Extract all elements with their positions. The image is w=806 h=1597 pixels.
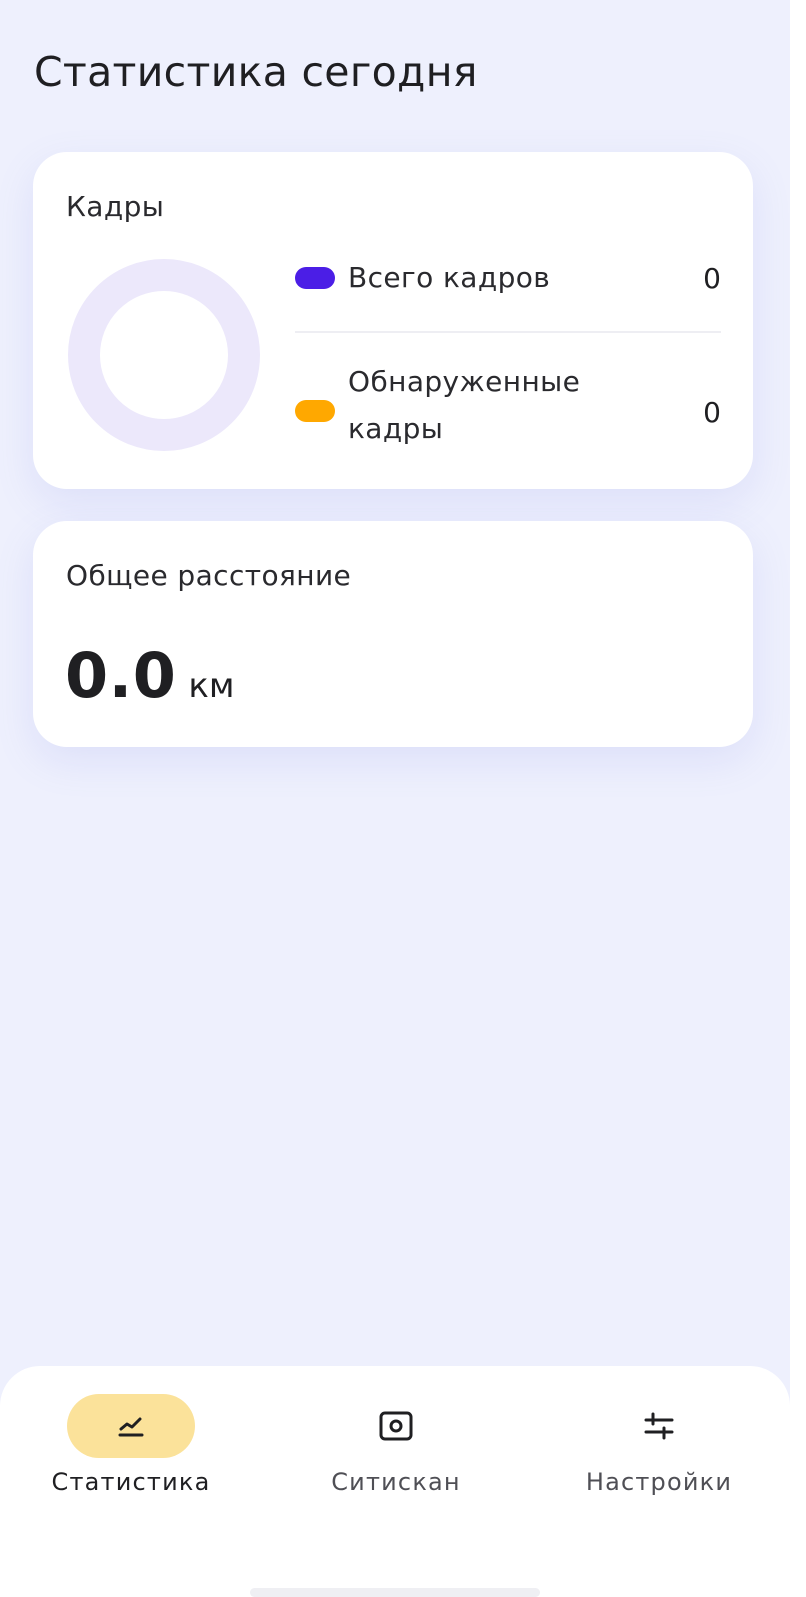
frames-card: Кадры Всего кадров 0 Обнаруженные кадры …	[33, 152, 753, 489]
legend-divider	[295, 331, 721, 333]
chart-line-icon	[118, 1417, 144, 1437]
distance-value: 0.0 км	[65, 639, 235, 712]
distance-unit: км	[188, 666, 235, 706]
distance-card: Общее расстояние 0.0 км	[33, 521, 753, 747]
legend-item-total-frames: Всего кадров 0	[295, 256, 721, 300]
nav-label-settings: Настройки	[585, 1468, 733, 1496]
legend-swatch-detected-frames	[295, 400, 335, 422]
frames-donut-chart	[68, 259, 260, 451]
distance-card-title: Общее расстояние	[66, 559, 352, 592]
legend-value-total-frames: 0	[703, 262, 721, 295]
camera-icon	[379, 1411, 413, 1441]
bottom-navigation: Статистика Ситискан Настройки	[0, 1366, 790, 1597]
nav-label-cityscan: Ситискан	[331, 1468, 461, 1496]
legend-value-detected-frames: 0	[703, 396, 721, 429]
legend-item-detected-frames: Обнаруженные кадры 0	[295, 365, 721, 456]
nav-tab-settings[interactable]: Настройки	[549, 1394, 769, 1504]
legend-swatch-total-frames	[295, 267, 335, 289]
legend-label-total-frames: Всего кадров	[348, 261, 551, 294]
legend-label-detected-frames: Обнаруженные кадры	[348, 365, 581, 445]
distance-number: 0.0	[65, 639, 177, 712]
frames-card-title: Кадры	[66, 190, 165, 223]
nav-label-statistics: Статистика	[51, 1468, 211, 1496]
sliders-icon	[644, 1412, 674, 1440]
screen: Статистика сегодня Кадры Всего кадров 0 …	[0, 0, 790, 1597]
nav-tab-statistics[interactable]: Статистика	[21, 1394, 241, 1504]
nav-tab-cityscan[interactable]: Ситискан	[286, 1394, 506, 1504]
donut-ring	[68, 259, 260, 451]
home-indicator	[250, 1588, 540, 1597]
page-title: Статистика сегодня	[34, 48, 478, 96]
